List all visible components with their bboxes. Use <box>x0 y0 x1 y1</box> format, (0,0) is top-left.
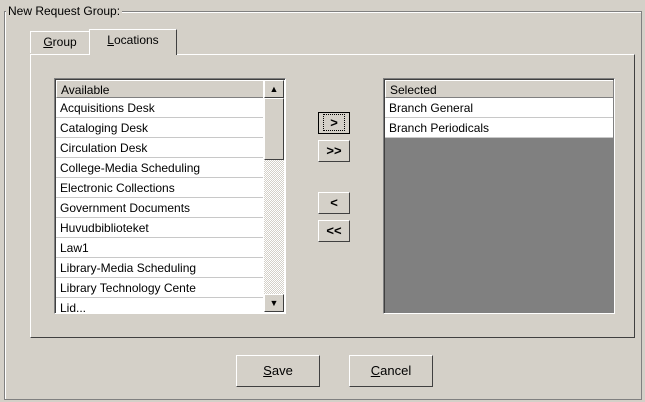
add-label: > <box>323 114 345 131</box>
save-rest: ave <box>271 363 293 378</box>
tab-locations-rest: ocations <box>113 33 159 47</box>
available-list[interactable]: Available Acquisitions Desk Cataloging D… <box>54 78 286 314</box>
list-item[interactable]: Cataloging Desk <box>56 118 263 138</box>
triangle-down-icon: ▼ <box>269 298 279 308</box>
list-item[interactable]: Branch General <box>385 98 613 118</box>
list-item[interactable]: Law1 <box>56 238 263 258</box>
list-item[interactable]: College-Media Scheduling <box>56 158 263 178</box>
triangle-up-icon: ▲ <box>269 84 279 94</box>
list-item[interactable]: Library-Media Scheduling <box>56 258 263 278</box>
cancel-rest: ancel <box>380 363 412 378</box>
list-item[interactable]: Branch Periodicals <box>385 118 613 138</box>
scroll-down-button[interactable]: ▼ <box>264 294 284 312</box>
remove-all-label: << <box>326 223 342 238</box>
tab-locations-accel: L <box>107 33 114 47</box>
add-all-button[interactable]: >> <box>318 140 350 162</box>
list-item[interactable]: Circulation Desk <box>56 138 263 158</box>
remove-button[interactable]: < <box>318 192 350 214</box>
cancel-button[interactable]: Cancel <box>349 355 433 387</box>
group-title: New Request Group: <box>6 4 123 18</box>
list-item[interactable]: Electronic Collections <box>56 178 263 198</box>
remove-label: < <box>330 195 338 210</box>
list-item[interactable]: Acquisitions Desk <box>56 98 263 118</box>
available-header[interactable]: Available <box>56 80 263 98</box>
remove-all-button[interactable]: << <box>318 220 350 242</box>
available-scrollbar[interactable]: ▲ ▼ <box>264 80 284 312</box>
scroll-up-button[interactable]: ▲ <box>264 80 284 98</box>
tab-locations[interactable]: Locations <box>89 29 177 55</box>
tab-group-accel: G <box>43 35 53 49</box>
save-accel: S <box>263 363 272 378</box>
save-button[interactable]: Save <box>236 355 320 387</box>
cancel-accel: C <box>370 363 381 378</box>
selected-list[interactable]: Selected Branch General Branch Periodica… <box>383 78 615 314</box>
list-item[interactable]: Government Documents <box>56 198 263 218</box>
add-all-label: >> <box>326 143 342 158</box>
selected-header[interactable]: Selected <box>385 80 613 98</box>
tab-group-rest: roup <box>52 35 77 49</box>
list-item[interactable]: Lid... <box>56 298 263 313</box>
tab-group[interactable]: Group <box>30 31 90 53</box>
list-item[interactable]: Library Technology Cente <box>56 278 263 298</box>
scroll-thumb[interactable] <box>264 98 284 160</box>
add-button[interactable]: > <box>318 112 350 134</box>
list-item[interactable]: Huvudbiblioteket <box>56 218 263 238</box>
